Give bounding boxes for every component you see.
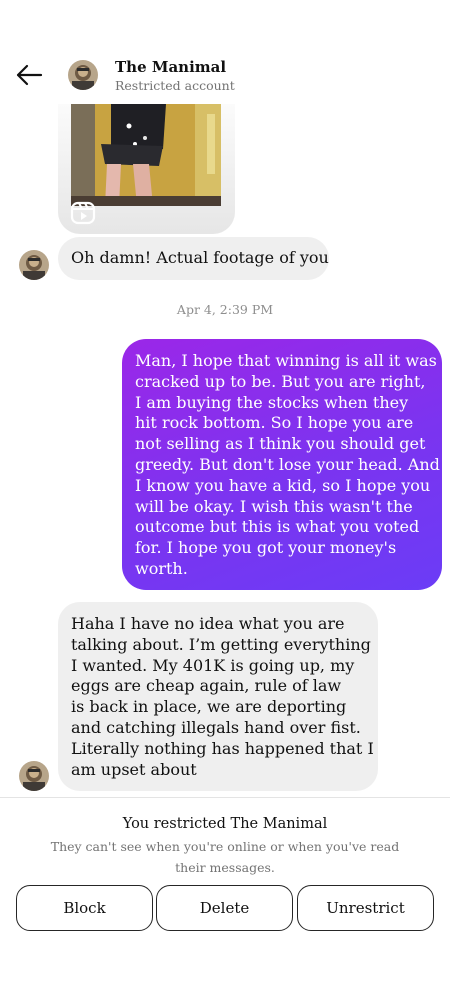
message-bubble-incoming[interactable]: Oh damn! Actual footage of you xyxy=(58,237,329,280)
shared-reel-card[interactable] xyxy=(58,104,235,234)
message-line: talking about. I’m getting everything xyxy=(71,634,371,654)
chat-header: The Manimal Restricted account xyxy=(0,0,450,104)
arrow-left-icon xyxy=(16,64,43,86)
divider xyxy=(0,797,450,798)
sender-avatar[interactable] xyxy=(19,761,49,791)
message-line: will be okay. I wish this wasn't the xyxy=(135,496,413,516)
message-line: outcome but this is what you voted xyxy=(135,517,420,537)
sender-avatar[interactable] xyxy=(19,250,49,280)
reel-thumbnail xyxy=(71,104,221,206)
message-line: I am buying the stocks when they xyxy=(135,392,409,412)
restriction-description: They can't see when you're online or whe… xyxy=(50,839,400,875)
reel-icon xyxy=(70,201,96,225)
message-line: for. I hope you got your money's xyxy=(135,538,397,558)
message-text: Oh damn! Actual footage of you xyxy=(71,248,329,267)
delete-button[interactable]: Delete xyxy=(156,885,293,931)
message-line: Man, I hope that winning is all it was xyxy=(135,351,437,370)
message-line: am upset about xyxy=(71,759,197,779)
contact-avatar[interactable] xyxy=(68,60,98,90)
message-line: hit rock bottom. So I hope you are xyxy=(135,413,414,433)
contact-name[interactable]: The Manimal xyxy=(115,58,226,76)
message-line: is back in place, we are deporting xyxy=(71,697,347,717)
back-button[interactable] xyxy=(14,62,44,88)
message-line: eggs are cheap again, rule of law xyxy=(71,676,342,696)
message-line: Haha I have no idea what you are xyxy=(71,614,345,633)
block-button[interactable]: Block xyxy=(16,885,153,931)
message-bubble-outgoing[interactable]: Man, I hope that winning is all it was c… xyxy=(122,339,442,590)
account-status: Restricted account xyxy=(115,78,235,93)
message-bubble-incoming[interactable]: Haha I have no idea what you are talking… xyxy=(58,602,378,791)
message-line: cracked up to be. But you are right, xyxy=(135,371,426,391)
message-line: I wanted. My 401K is going up, my xyxy=(71,655,355,675)
unrestrict-button[interactable]: Unrestrict xyxy=(297,885,434,931)
message-line: and catching illegals hand over fist. xyxy=(71,717,361,737)
message-line: I know you have a kid, so I hope you xyxy=(135,475,431,495)
message-line: greedy. But don't lose your head. And xyxy=(135,454,440,474)
message-line: not selling as I think you should get xyxy=(135,434,426,454)
restriction-title: You restricted The Manimal xyxy=(122,816,328,832)
message-timestamp: Apr 4, 2:39 PM xyxy=(176,302,274,317)
message-line: Literally nothing has happened that I xyxy=(71,738,374,758)
message-line: worth. xyxy=(135,558,188,578)
